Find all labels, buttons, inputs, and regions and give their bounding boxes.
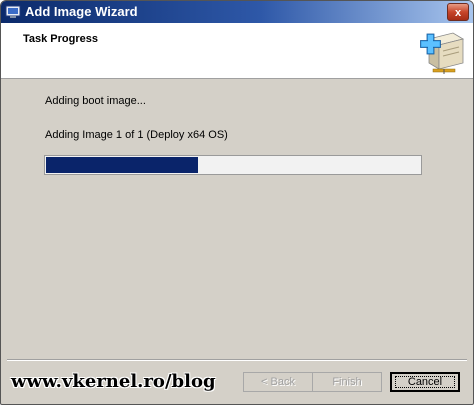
wizard-content: Adding boot image... Adding Image 1 of 1… (1, 79, 473, 359)
wizard-header: Task Progress (1, 23, 473, 79)
progress-bar-fill (46, 157, 199, 173)
close-icon: x (454, 7, 462, 19)
cancel-button[interactable]: Cancel (390, 372, 460, 392)
add-image-icon (420, 32, 465, 74)
back-button[interactable]: < Back (243, 372, 313, 392)
page-title: Task Progress (23, 33, 99, 45)
progress-detail-text: Adding Image 1 of 1 (Deploy x64 OS) (45, 129, 228, 141)
finish-button[interactable]: Finish (312, 372, 382, 392)
wizard-window: Add Image Wizard x Task Progress Adding … (0, 0, 474, 405)
footer-separator (7, 359, 467, 361)
close-button[interactable]: x (447, 3, 469, 21)
back-button-label: < Back (261, 376, 295, 388)
finish-button-label: Finish (332, 376, 362, 388)
progress-bar (44, 155, 422, 175)
window-title: Add Image Wizard (25, 4, 138, 19)
wizard-app-icon (5, 5, 21, 18)
status-text: Adding boot image... (45, 95, 146, 107)
title-bar[interactable]: Add Image Wizard x (1, 1, 473, 23)
focus-ring (395, 376, 455, 388)
watermark-text: www.vkernel.ro/blog (11, 371, 216, 392)
